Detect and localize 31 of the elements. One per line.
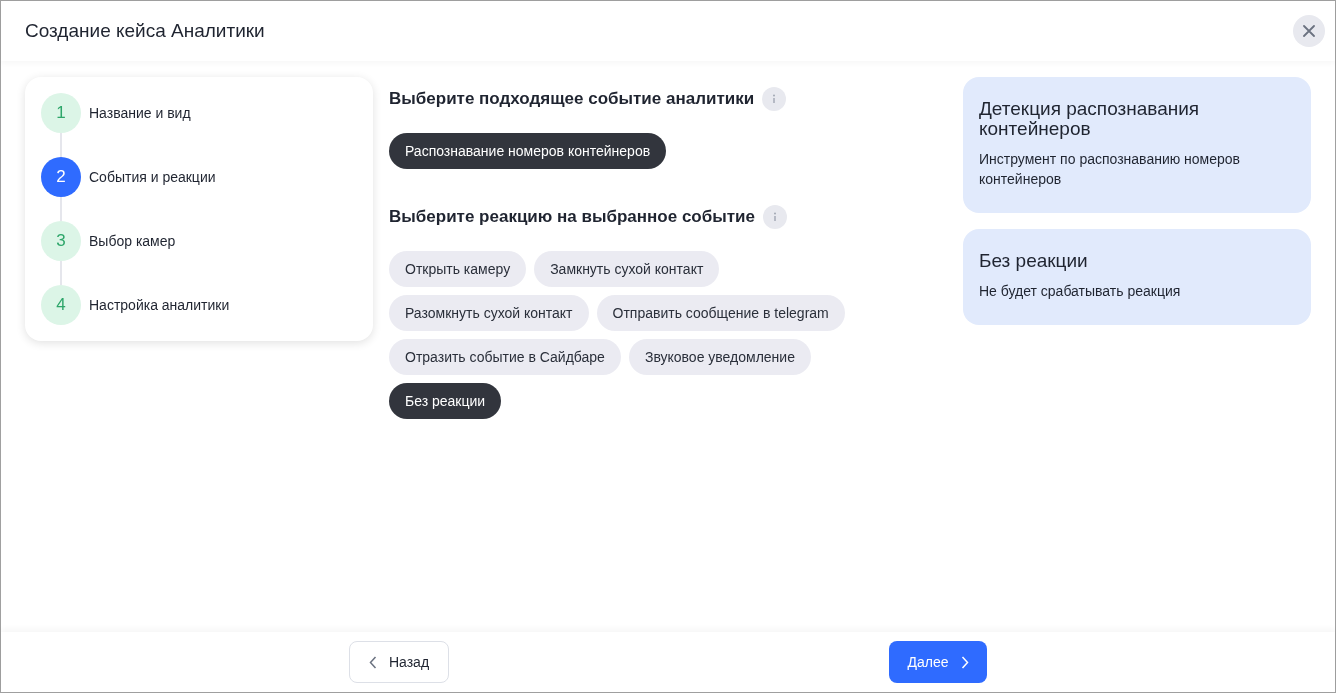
step-label[interactable]: События и реакции	[89, 169, 216, 185]
step-label[interactable]: Настройка аналитики	[89, 297, 230, 313]
card-description: Инструмент по распознаванию номеров контейнеров	[979, 150, 1242, 189]
close-icon	[1303, 25, 1315, 37]
option-chip[interactable]: Отразить событие в Сайдбаре	[389, 339, 621, 375]
option-chip[interactable]: Замкнуть сухой контакт	[534, 251, 720, 287]
step-label[interactable]: Выбор камер	[89, 233, 176, 249]
card-title: Без реакции	[979, 251, 1089, 271]
section-heading: Выберите реакцию на выбранное событие	[389, 207, 755, 227]
step-number: 4	[41, 285, 81, 325]
step-number: 1	[41, 93, 81, 133]
card-title: Детекция распознавания контейнеров	[979, 99, 1201, 139]
next-button[interactable]: Далее	[889, 641, 987, 683]
step-number: 2	[41, 157, 81, 197]
chevron-left-icon	[368, 655, 377, 669]
card-description: Не будет срабатывать реакция	[979, 282, 1182, 301]
info-icon[interactable]	[763, 205, 787, 229]
window-title: Создание кейса Аналитики	[25, 20, 265, 42]
option-chip[interactable]: Без реакции	[389, 383, 502, 419]
back-button[interactable]: Назад	[349, 641, 449, 683]
step-number: 3	[41, 221, 81, 261]
option-chip[interactable]: Звуковое уведомление	[628, 339, 811, 375]
close-button[interactable]	[1293, 15, 1325, 47]
section-heading: Выберите подходящее событие аналитики	[389, 89, 755, 109]
option-chip[interactable]: Распознавание номеров контейнеров	[389, 133, 667, 169]
option-chip[interactable]: Открыть камеру	[389, 251, 527, 287]
chevron-right-icon	[960, 655, 969, 669]
option-chip[interactable]: Отправить сообщение в telegram	[596, 295, 845, 331]
info-icon[interactable]	[762, 87, 787, 111]
option-chip[interactable]: Разомкнуть сухой контакт	[389, 295, 589, 331]
step-label[interactable]: Название и вид	[89, 105, 191, 121]
